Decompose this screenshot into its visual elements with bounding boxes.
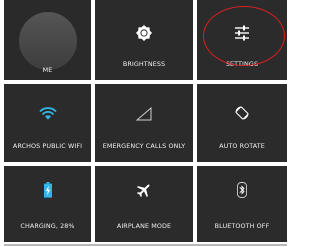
battery-tile[interactable]: CHARGING, 28% (4, 166, 91, 242)
bluetooth-tile[interactable]: BLUETOOTH OFF (197, 166, 287, 242)
airplane-mode-label: AIRPLANE MODE (116, 222, 172, 230)
wifi-tile[interactable]: ARCHOS PUBLIC WIFI (4, 84, 91, 162)
bluetooth-icon (237, 182, 247, 198)
brightness-tile[interactable]: BRIGHTNESS (95, 0, 193, 80)
emergency-calls-tile[interactable]: EMERGENCY CALLS ONLY (95, 84, 193, 162)
battery-label: CHARGING, 28% (20, 222, 75, 230)
bottom-divider (4, 244, 287, 246)
bluetooth-label: BLUETOOTH OFF (214, 222, 270, 230)
emergency-calls-label: EMERGENCY CALLS ONLY (102, 142, 186, 150)
signal-icon (136, 107, 152, 121)
me-tile[interactable]: ME (4, 0, 91, 80)
wifi-icon (39, 107, 56, 120)
airplane-mode-tile[interactable]: AIRPLANE MODE (95, 166, 193, 242)
avatar (18, 12, 77, 70)
brightness-icon (136, 25, 152, 41)
wifi-label: ARCHOS PUBLIC WIFI (12, 142, 83, 150)
me-label: ME (42, 66, 53, 74)
settings-tile[interactable]: SETTINGS (197, 0, 287, 80)
battery-charging-icon (43, 182, 52, 198)
settings-sliders-icon (235, 25, 249, 41)
auto-rotate-tile[interactable]: AUTO ROTATE (197, 84, 287, 162)
auto-rotate-label: AUTO ROTATE (219, 142, 265, 150)
settings-label: SETTINGS (225, 60, 259, 68)
airplane-icon (136, 184, 150, 198)
auto-rotate-icon (235, 106, 249, 120)
quick-settings-panel: ME BRIGHTNESS SETTINGS ARCHOS PUBLIC WIF… (0, 0, 287, 247)
brightness-label: BRIGHTNESS (122, 60, 166, 68)
